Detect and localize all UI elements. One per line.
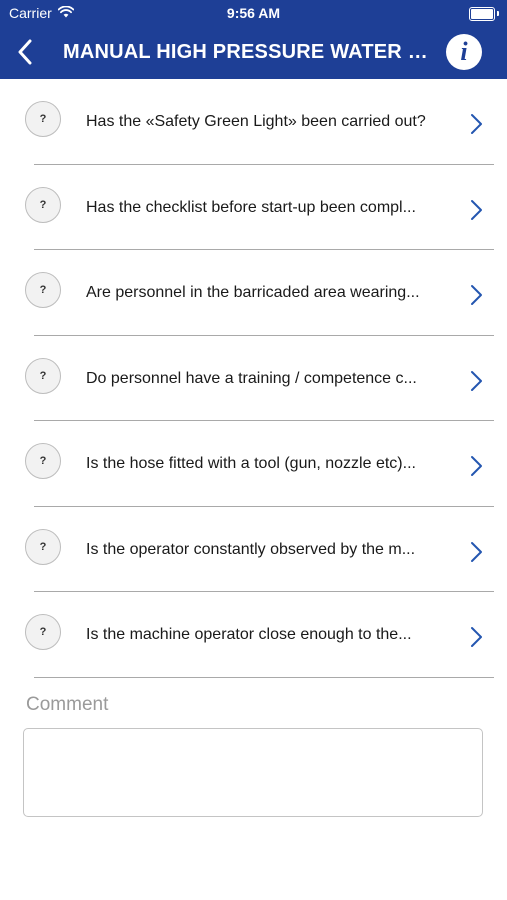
chevron-right-icon [471, 627, 482, 647]
header: Carrier 9:56 AM MANUAL HIGH PRESSURE WAT… [0, 0, 507, 79]
question-status-icon: ? [25, 186, 61, 223]
question-row[interactable]: ? Do personnel have a training / compete… [0, 336, 507, 421]
status-time: 9:56 AM [226, 5, 281, 21]
question-status-icon: ? [25, 101, 61, 137]
comment-input[interactable] [23, 728, 483, 817]
chevron-right-icon [471, 456, 482, 476]
question-text: Is the machine operator close enough to … [86, 626, 412, 643]
chevron-left-icon [18, 39, 32, 65]
question-text: Are personnel in the barricaded area wea… [86, 284, 420, 301]
status-bar: Carrier 9:56 AM [0, 0, 507, 26]
question-list: ? Has the «Safety Green Light» been carr… [0, 79, 507, 678]
chevron-right-icon [471, 541, 482, 562]
nav-bar: MANUAL HIGH PRESSURE WATER J... i [0, 26, 507, 79]
row-divider [34, 676, 494, 678]
question-status-icon: ? [25, 443, 61, 479]
chevron-right-icon [471, 199, 482, 220]
back-button[interactable] [10, 36, 40, 68]
question-text: Do personnel have a training / competenc… [86, 369, 417, 387]
question-status-icon: ? [25, 614, 61, 650]
comment-label: Comment [26, 694, 109, 715]
chevron-right-icon [471, 114, 482, 134]
page-title: MANUAL HIGH PRESSURE WATER J... [63, 41, 433, 63]
chevron-right-icon [471, 285, 482, 305]
question-text: Has the «Safety Green Light» been carrie… [86, 113, 426, 130]
question-row[interactable]: ? Are personnel in the barricaded area w… [0, 250, 507, 336]
question-text: Is the hose fitted with a tool (gun, noz… [86, 455, 416, 472]
question-row[interactable]: ? Is the machine operator close enough t… [0, 592, 507, 678]
info-icon: i [460, 37, 468, 66]
info-button[interactable]: i [446, 34, 482, 70]
question-text: Has the checklist before start-up been c… [86, 198, 416, 216]
battery-icon [469, 7, 499, 21]
question-row[interactable]: ? Has the «Safety Green Light» been carr… [0, 79, 507, 165]
question-row[interactable]: ? Is the hose fitted with a tool (gun, n… [0, 421, 507, 507]
question-status-icon: ? [25, 357, 61, 394]
question-row[interactable]: ? Is the operator constantly observed by… [0, 507, 507, 592]
question-status-icon: ? [25, 528, 61, 565]
question-row[interactable]: ? Has the checklist before start-up been… [0, 165, 507, 250]
question-status-icon: ? [25, 272, 61, 308]
question-text: Is the operator constantly observed by t… [86, 540, 416, 558]
chevron-right-icon [471, 370, 482, 391]
